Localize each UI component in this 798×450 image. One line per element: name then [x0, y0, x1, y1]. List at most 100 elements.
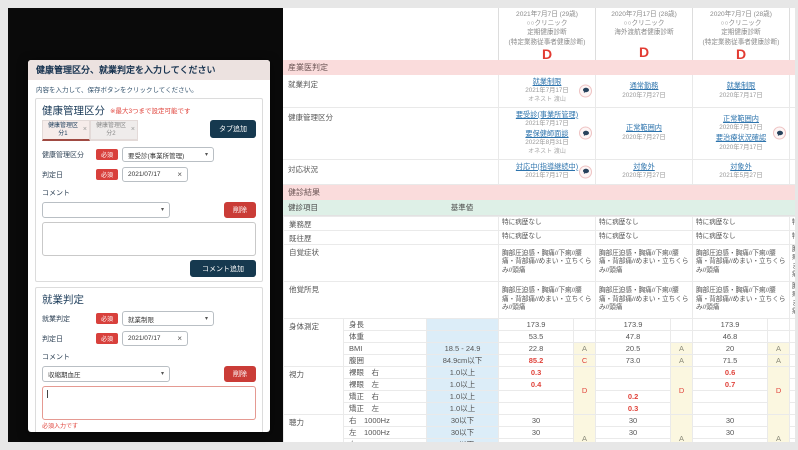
chevron-down-icon: ▾ [205, 152, 209, 158]
standard-cell: 30以下 [425, 414, 500, 428]
grade-cell: D [767, 366, 791, 416]
value-cell [692, 402, 769, 416]
exam-column-header-clipped [789, 8, 795, 60]
grade-cell: D [670, 366, 694, 416]
clear-date-icon[interactable]: × [177, 170, 182, 179]
grade-cell: A [670, 414, 694, 442]
comment-bubble-icon[interactable] [773, 126, 786, 140]
tab-kanri-2[interactable]: 健康管理区分2 × [90, 120, 138, 141]
tab-close-icon[interactable]: × [131, 126, 135, 135]
grade-cell: A [767, 354, 791, 368]
kanri-date-input[interactable]: 2021/07/17 × [122, 167, 189, 182]
standard-cell: 84.9cm以下 [425, 354, 500, 368]
shugyo-date-input[interactable]: 2021/07/17 × [122, 331, 189, 346]
delete-comment-button[interactable]: 削除 [224, 201, 256, 218]
judgment-row: 健康管理区分 要受診(事業所管理) 2021年7月17日 要保健師面談 2022年8月3… [283, 107, 795, 160]
shugyo-comment-select[interactable]: 収縮期血圧 ▾ [42, 365, 170, 382]
shugyo-select[interactable]: 就業制限 ▾ [122, 311, 215, 326]
value-cell: 85.2 [498, 354, 575, 368]
row-label: 対応状況 [288, 164, 318, 174]
judgment-link[interactable]: 正常範囲内 [626, 123, 662, 133]
comment-bubble-icon[interactable] [579, 165, 592, 179]
value-cell: 22.8 [498, 342, 575, 356]
judgment-link[interactable]: 正常範囲内 [723, 114, 759, 124]
value-cell: 30 [498, 426, 575, 440]
shugyo-section-title: 就業判定 [42, 293, 84, 306]
judgment-cell: 対象外 2020年7月27日 [595, 159, 692, 184]
shugyo-comment-select-value: 収縮期血圧 [48, 371, 81, 379]
judgment-link[interactable]: 就業制限 [727, 81, 756, 91]
modal-instruction: 内容を入力して、保存ボタンをクリックしてください。 [36, 87, 198, 94]
judgment-date: 2021年5月27日 [719, 172, 763, 180]
value-cell: 30 [498, 414, 575, 428]
standard-cell: 30以下 [425, 426, 500, 440]
item-cell: 体重 [343, 330, 427, 344]
kanri-select[interactable]: 要受診(事業所管理) ▾ [122, 147, 215, 162]
judgment-date: 2021年7月17日 [525, 120, 569, 128]
results-table: 業務歴特に病歴なし特に病歴なし特に病歴なし特に病歴なし既往歴特に病歴なし特に病歴… [283, 215, 795, 442]
value-cell: 胸部圧迫感・胸痛//下痢//腰痛・背部痛//めまい・立ちくらみ//頭痛 [692, 243, 791, 282]
value-cell-clipped [789, 438, 795, 442]
row-label: 健康管理区分 [288, 112, 333, 122]
item-cell: 矯正 右 [343, 390, 427, 404]
grade-cell [767, 330, 791, 344]
value-cell: 173.9 [692, 318, 769, 332]
judgment-cell: 就業制限 2020年7月17日 [692, 75, 789, 107]
chevron-down-icon: ▾ [160, 371, 164, 377]
value-cell-clipped [789, 354, 795, 368]
value-cell: 特に病歴なし [595, 215, 694, 231]
value-cell: 30 [692, 426, 769, 440]
value-cell: 胸部圧迫感・胸痛//下痢//腰痛・背部痛//めまい・立ちくらみ//頭痛 [498, 280, 597, 320]
tab-close-icon[interactable]: × [83, 126, 87, 135]
judgment-link[interactable]: 就業制限 [533, 77, 562, 87]
kanri-section: 健康管理区分 ※最大3つまで設定可能です 健康管理区分1 × 健康管理区分2 ×… [35, 98, 263, 282]
tab-label: 健康管理区分2 [95, 123, 126, 137]
value-cell: 胸部圧迫感・胸痛//下痢//腰痛・背部痛//めまい・立ちくらみ//頭痛 [595, 243, 694, 282]
clinic-name: ○○クリニック [526, 20, 568, 28]
standard-cell: 30以下 [425, 438, 500, 442]
delete-comment-button[interactable]: 削除 [224, 365, 256, 382]
judge-name: オネスト 渡山 [528, 97, 566, 104]
standard-cell: 1.0以上 [425, 378, 500, 392]
judgment-row: 就業判定 就業制限 2021年7月17日 オネスト 渡山 通常勤務 2020年7月27日就… [283, 75, 795, 108]
kanri-comment-textarea[interactable] [42, 222, 256, 256]
item-cell: 左 1000Hz [343, 426, 427, 440]
value-cell [595, 378, 672, 392]
judgment-link[interactable]: 要治療状況確認 [716, 133, 766, 143]
comment-bubble-icon[interactable] [579, 84, 592, 98]
shugyo-date-value: 2021/07/17 [128, 335, 161, 342]
grade-cell: A [573, 342, 597, 356]
kanri-comment-select[interactable]: ▾ [42, 201, 170, 218]
shugyo-comment-textarea[interactable] [42, 386, 256, 420]
shugyo-field-label: 就業判定 [42, 315, 70, 323]
row-label: 就業判定 [288, 80, 318, 89]
value-cell: 73.0 [595, 354, 672, 368]
judgment-cell-clipped [789, 75, 795, 107]
clear-date-icon[interactable]: × [177, 334, 182, 343]
exam-date: 2021年7月7日 (29歳) [516, 11, 578, 18]
date-field-label: 判定日 [42, 171, 63, 179]
category-cell: 他覚所見 [283, 280, 500, 320]
standard-cell: 1.0以上 [425, 402, 500, 416]
exam-column-header: 2020年7月17日 (28歳) ○○クリニック 海外渡航者健康診断 D [595, 8, 692, 60]
add-tab-button[interactable]: タブ追加 [210, 120, 256, 138]
judgment-link[interactable]: 対象外 [730, 162, 752, 172]
value-cell: 胸部圧迫感・胸痛//下痢//腰痛・背部痛//めまい・立ちくらみ//頭痛 [692, 280, 791, 320]
exam-header-spacer [283, 8, 498, 60]
judgment-link[interactable]: 通常勤務 [630, 81, 659, 91]
comment-bubble-icon[interactable] [579, 126, 592, 140]
value-cell: 30 [595, 414, 672, 428]
health-report-panel: 2021年7月7日 (29歳) ○○クリニック 定期健康診断 (特定業務従事者健康診断… [283, 8, 795, 442]
date-field-label: 判定日 [42, 335, 63, 343]
value-cell [692, 390, 769, 404]
judgment-date: 2020年7月17日 [719, 143, 763, 151]
judgment-link[interactable]: 要保健師面談 [525, 129, 568, 139]
judgment-link[interactable]: 要受診(事業所管理) [516, 110, 578, 120]
category-cell: 聴力 [283, 414, 344, 442]
add-comment-button[interactable]: コメント追加 [190, 260, 256, 277]
tab-kanri-1[interactable]: 健康管理区分1 × [42, 120, 90, 141]
judgment-link[interactable]: 対応中(指導継続中) [516, 162, 578, 172]
category-cell: 業務歴 [283, 215, 500, 231]
judgment-link[interactable]: 対象外 [633, 162, 655, 172]
value-cell: 30 [595, 438, 672, 442]
